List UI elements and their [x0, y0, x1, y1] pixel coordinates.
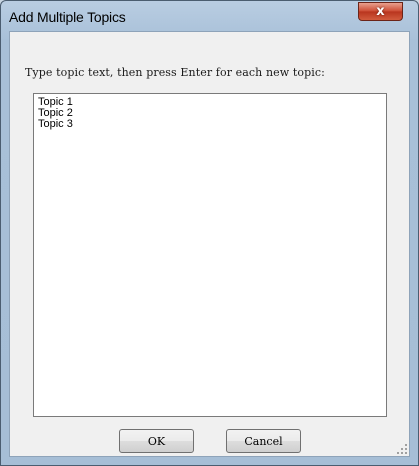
topic-line: Topic 3 [38, 118, 73, 130]
topics-textarea[interactable]: Topic 1 Topic 2 Topic 3 [33, 93, 387, 417]
close-button[interactable]: x [358, 2, 403, 21]
dialog-body: Type topic text, then press Enter for ea… [9, 31, 410, 457]
cancel-button[interactable]: Cancel [226, 429, 301, 453]
resize-grip-icon[interactable] [395, 442, 409, 456]
dialog-window: Add Multiple Topics x Type topic text, t… [0, 0, 419, 466]
window-title: Add Multiple Topics [9, 9, 126, 25]
ok-button[interactable]: OK [119, 429, 194, 453]
instruction-label: Type topic text, then press Enter for ea… [25, 66, 325, 79]
topic-line: Topic 1 [38, 96, 73, 108]
title-bar[interactable]: Add Multiple Topics x [1, 1, 418, 31]
close-icon: x [376, 4, 385, 19]
topic-line: Topic 2 [38, 107, 73, 119]
